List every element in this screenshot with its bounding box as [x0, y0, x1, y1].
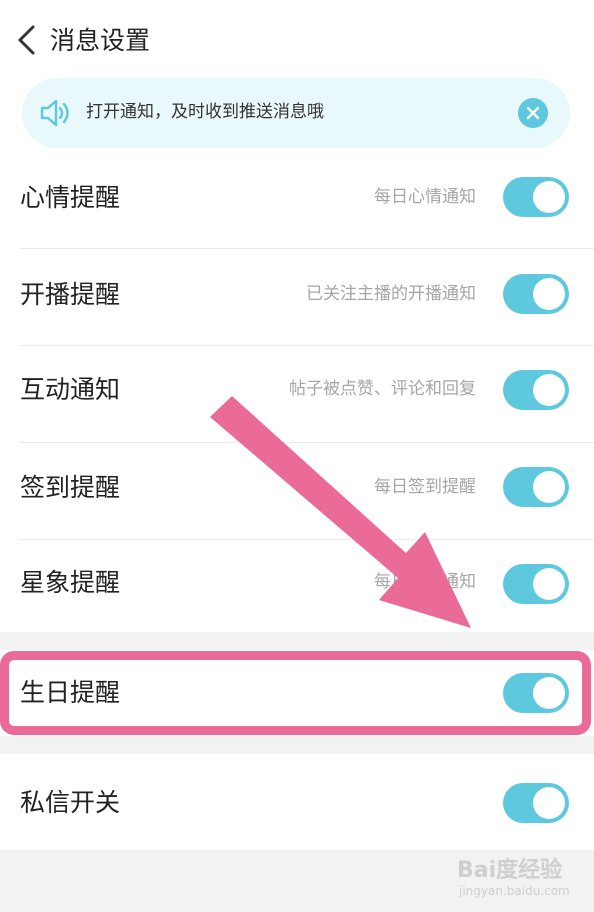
setting-row-birthday: 生日提醒: [0, 650, 594, 736]
private-message-toggle[interactable]: [503, 783, 569, 823]
setting-label: 私信开关: [20, 788, 121, 817]
close-icon[interactable]: [518, 98, 548, 128]
baidu-jingyan-watermark: Bai度经验 jingyan.baidu.com: [455, 848, 587, 908]
notice-section: 打开通知，及时收到推送消息哦: [0, 78, 594, 152]
setting-row-mood: 心情提醒 每日心情通知: [0, 152, 594, 249]
setting-description: 已关注主播的开播通知: [306, 284, 476, 304]
setting-label: 签到提醒: [20, 473, 121, 502]
setting-description: 每日签到提醒: [374, 477, 476, 497]
page-title: 消息设置: [50, 26, 151, 55]
setting-description: 帖子被点赞、评论和回复: [289, 379, 476, 399]
settings-group-birthday: 生日提醒: [0, 650, 594, 736]
interaction-notice-toggle[interactable]: [503, 370, 569, 410]
toggle-knob: [533, 278, 565, 310]
setting-row-checkin: 签到提醒 每日签到提醒: [0, 443, 594, 540]
notification-banner: 打开通知，及时收到推送消息哦: [22, 78, 570, 148]
speaker-icon: [38, 97, 72, 129]
toggle-knob: [533, 787, 565, 819]
setting-row-interaction: 互动通知 帖子被点赞、评论和回复: [0, 346, 594, 443]
toggle-knob: [533, 677, 565, 709]
setting-description: 每日星象通知: [374, 572, 476, 592]
setting-description: 每日心情通知: [374, 187, 476, 207]
setting-row-private-message: 私信开关: [0, 754, 594, 850]
toggle-knob: [533, 181, 565, 213]
settings-group-notifications: 心情提醒 每日心情通知 开播提醒 已关注主播的开播通知 互动通知 帖子被点赞、评…: [0, 152, 594, 632]
settings-group-messages: 私信开关: [0, 754, 594, 850]
setting-row-horoscope: 星象提醒 每日星象通知: [0, 540, 594, 637]
notice-text: 打开通知，及时收到推送消息哦: [86, 102, 324, 122]
watermark-url: jingyan.baidu.com: [459, 884, 570, 898]
mood-reminder-toggle[interactable]: [503, 177, 569, 217]
setting-label: 生日提醒: [20, 678, 121, 707]
setting-label: 心情提醒: [20, 183, 121, 212]
watermark-logo: Bai度经验: [457, 858, 563, 883]
toggle-knob: [533, 568, 565, 600]
setting-label: 星象提醒: [20, 568, 121, 597]
setting-row-live: 开播提醒 已关注主播的开播通知: [0, 249, 594, 346]
setting-label: 开播提醒: [20, 280, 121, 309]
birthday-reminder-toggle[interactable]: [503, 673, 569, 713]
setting-label: 互动通知: [20, 375, 121, 404]
checkin-reminder-toggle[interactable]: [503, 467, 569, 507]
chevron-left-icon[interactable]: [14, 24, 40, 56]
toggle-knob: [533, 471, 565, 503]
header-bar: 消息设置: [0, 0, 594, 78]
horoscope-reminder-toggle[interactable]: [503, 564, 569, 604]
toggle-knob: [533, 374, 565, 406]
live-reminder-toggle[interactable]: [503, 274, 569, 314]
